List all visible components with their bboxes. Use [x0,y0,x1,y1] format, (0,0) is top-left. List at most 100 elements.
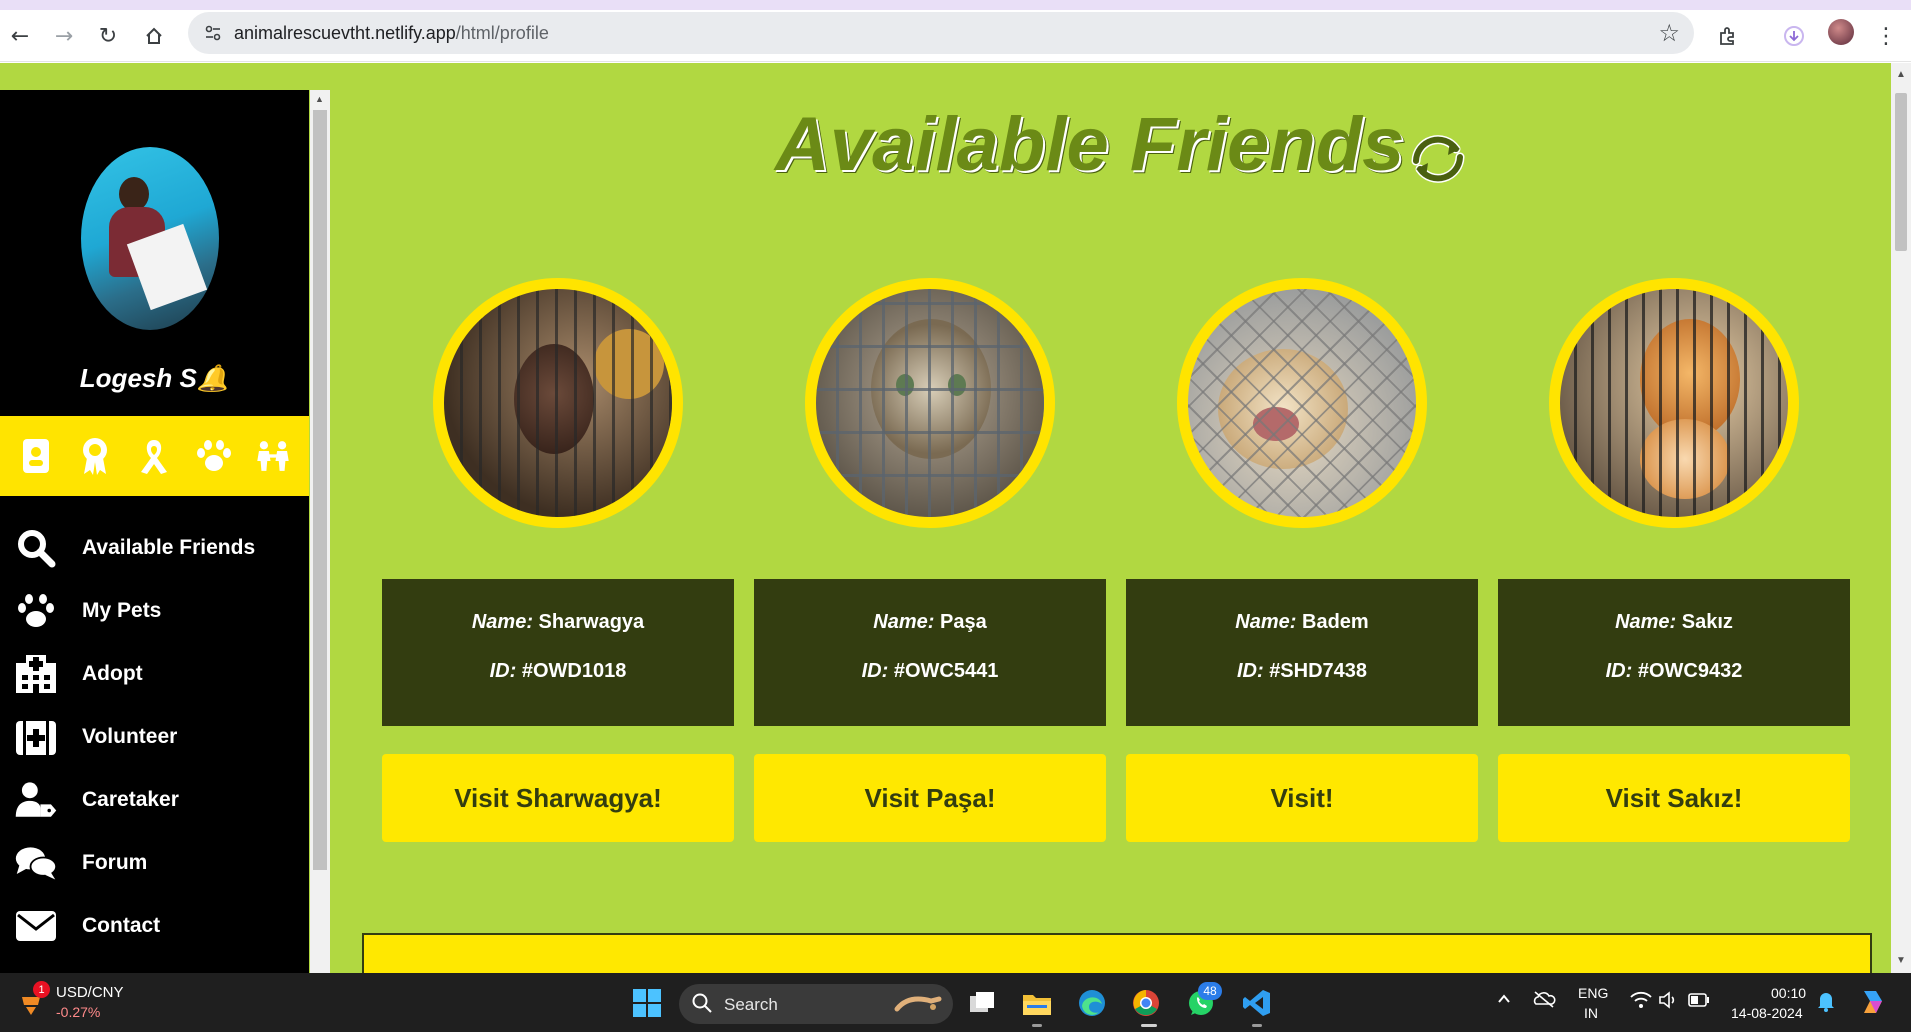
paw-icon[interactable] [195,436,233,476]
page-title: Available Friends [775,102,1405,187]
refresh-icon[interactable] [1406,127,1470,191]
comments-icon [14,841,58,885]
profile-avatar-icon[interactable] [1828,19,1854,45]
page-scroll-thumb[interactable] [1895,93,1907,251]
sidebar-item-volunteer[interactable]: Volunteer [0,711,309,763]
address-bar[interactable]: animalrescuevtht.netlify.app/html/profil… [188,12,1694,54]
people-icon[interactable] [254,436,292,476]
sidebar-item-contact[interactable]: Contact [0,900,309,952]
scroll-up-arrow-icon[interactable]: ▲ [1896,69,1906,80]
notification-bell-icon[interactable] [1817,990,1835,1016]
medical-kit-icon [14,715,58,759]
chevron-up-icon[interactable] [1496,991,1512,1011]
envelope-icon [14,904,58,948]
visit-button[interactable]: Visit Paşa! [754,754,1106,842]
pet-photo-dog-behind-fence[interactable] [1177,278,1427,528]
clock-time[interactable]: 00:10 [1771,985,1806,1001]
url-text: animalrescuevtht.netlify.app/html/profil… [234,23,549,44]
profile-photo [81,147,219,330]
award-icon[interactable] [76,436,114,476]
pet-photo-tabby-kitten[interactable] [805,278,1055,528]
visit-button[interactable]: Visit! [1126,754,1478,842]
scroll-down-arrow-icon[interactable]: ▼ [1896,955,1906,966]
volume-icon[interactable] [1658,991,1678,1013]
pet-name-key: Name: [471,611,533,633]
pet-name-value: Paşa [939,611,987,633]
pet-name-key: Name: [873,611,935,633]
wifi-icon[interactable] [1630,991,1652,1013]
pet-id-value: #SHD7438 [1269,660,1368,682]
bookmark-star-icon[interactable]: ☆ [1658,19,1680,47]
pet-id-key: ID: [861,660,889,682]
taskbar-search[interactable]: Search [679,984,953,1024]
pet-name-value: Sakız [1681,611,1733,633]
sidebar-item-available-friends[interactable]: Available Friends [0,522,309,574]
hospital-icon [14,652,58,696]
forward-icon[interactable]: → [46,18,82,54]
home-icon[interactable] [136,18,172,54]
pet-id-line: ID: #OWC5441 [754,660,1106,683]
sidebar-item-adopt[interactable]: Adopt [0,648,309,700]
pet-info-card: Name: Sharwagya ID: #OWD1018 [382,579,734,726]
scroll-up-arrow-icon[interactable]: ▲ [315,94,324,104]
pet-id-key: ID: [1605,660,1633,682]
pet-photo-orange-kitten[interactable] [1549,278,1799,528]
pet-name-value: Badem [1302,611,1369,633]
battery-icon[interactable] [1688,993,1710,1011]
sidebar-item-forum[interactable]: Forum [0,837,309,889]
file-explorer-icon[interactable] [1019,985,1055,1021]
extensions-icon[interactable] [1710,18,1746,54]
pet-info-card: Name: Badem ID: #SHD7438 [1126,579,1478,726]
sidebar-scrollbar[interactable]: ▲ [310,90,330,973]
pet-name-key: Name: [1235,611,1297,633]
onedrive-offline-icon[interactable] [1532,989,1556,1013]
reload-icon[interactable]: ↻ [90,18,126,54]
edge-browser-icon[interactable] [1074,985,1110,1021]
sidebar-item-label: My Pets [82,599,162,622]
windows-taskbar: 1 USD/CNY -0.27% Search 48 ENG IN 00:10 … [0,973,1911,1032]
pet-name-value: Sharwagya [538,611,645,633]
sidebar-item-label: Contact [82,914,161,937]
browser-tab-strip [0,0,1911,10]
page-scrollbar[interactable]: ▲ ▼ [1891,63,1911,973]
running-indicator [1141,1024,1157,1027]
pet-id-line: ID: #OWD1018 [382,660,734,683]
downloads-icon[interactable] [1776,18,1812,54]
language-region: IN [1584,1005,1598,1021]
running-indicator [1032,1024,1042,1027]
chrome-browser-icon[interactable] [1128,985,1164,1021]
pet-id-value: #OWD1018 [521,660,627,682]
language-indicator[interactable]: ENG [1578,985,1608,1001]
stock-name[interactable]: USD/CNY [56,984,124,1001]
pet-id-value: #OWC5441 [893,660,999,682]
vscode-icon[interactable] [1239,985,1275,1021]
sidebar-item-label: Caretaker [82,788,179,811]
sidebar-item-caretaker[interactable]: Caretaker [0,774,309,826]
sidebar-item-label: Available Friends [82,536,256,559]
visit-button[interactable]: Visit Sharwagya! [382,754,734,842]
task-view-icon[interactable] [965,985,1001,1021]
paw-icon [14,589,58,633]
pet-id-key: ID: [489,660,517,682]
windows-start-icon[interactable] [633,989,661,1017]
pet-id-key: ID: [1236,660,1264,682]
id-card-icon[interactable] [17,436,55,476]
pet-name-key: Name: [1615,611,1677,633]
ribbon-icon[interactable] [135,436,173,476]
visit-button[interactable]: Visit Sakız! [1498,754,1850,842]
url-path: /html/profile [455,23,549,43]
site-settings-icon[interactable] [202,22,224,44]
sidebar-scroll-thumb[interactable] [313,110,327,870]
url-host: animalrescuevtht.netlify.app [234,23,456,43]
pet-id-line: ID: #OWC9432 [1498,660,1850,683]
search-icon [691,992,713,1014]
profile-name: Logesh S🔔 [79,363,230,393]
pet-name-line: Name: Paşa [754,611,1106,634]
stock-change: -0.27% [56,1004,101,1020]
copilot-icon[interactable] [1858,987,1888,1021]
pet-photo-puppy[interactable] [433,278,683,528]
sidebar-item-my-pets[interactable]: My Pets [0,585,309,637]
back-icon[interactable]: ← [2,18,38,54]
menu-kebab-icon[interactable]: ⋮ [1868,18,1904,54]
pet-name-line: Name: Sakız [1498,611,1850,634]
